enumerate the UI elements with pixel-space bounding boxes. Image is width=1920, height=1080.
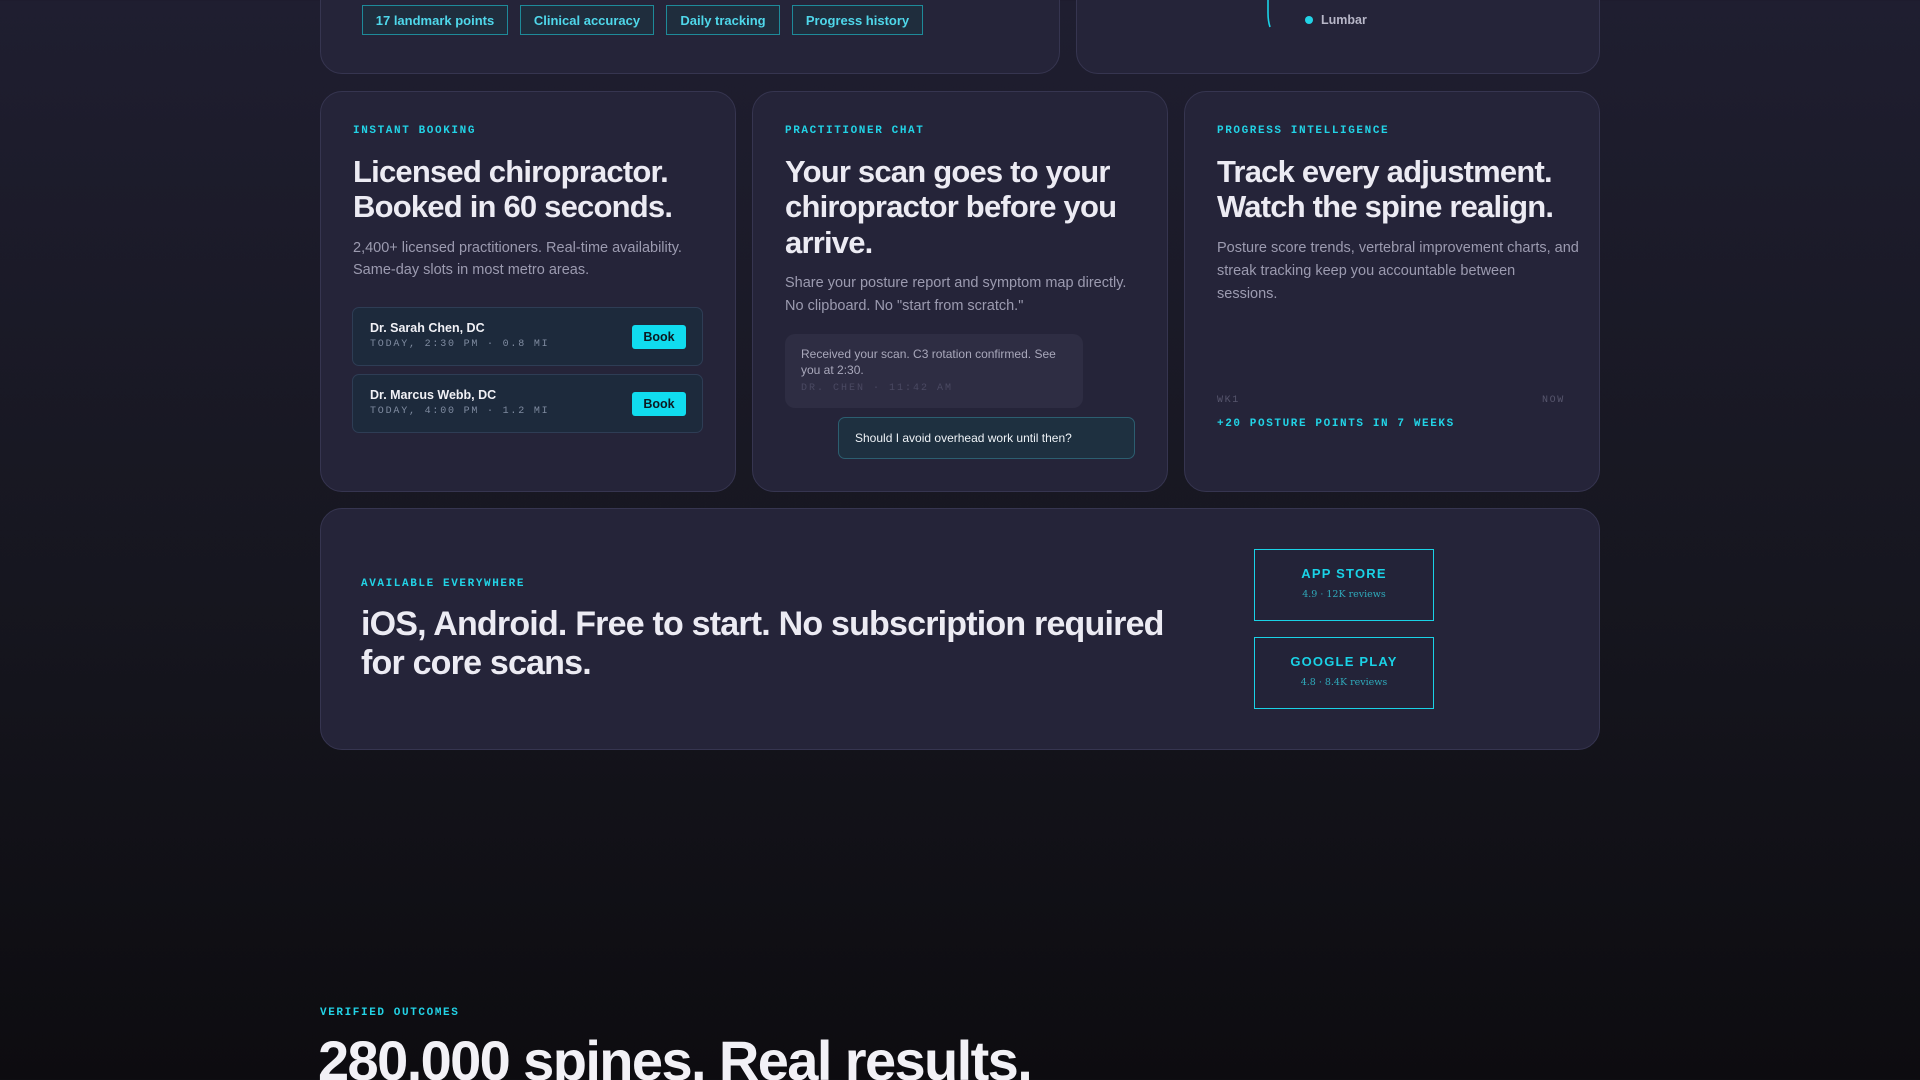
progress-body-line2: streak tracking keep you accountable bet… — [1217, 263, 1516, 279]
progress-body-line3: sessions. — [1217, 286, 1278, 302]
progress-headline-line1: Track every adjustment. — [1217, 154, 1553, 189]
outcomes-eyebrow: VERIFIED OUTCOMES — [320, 1007, 460, 1019]
progress-axis-end: NOW — [1542, 395, 1565, 406]
booking-body-line1: 2,400+ licensed practitioners. Real-time… — [353, 240, 682, 256]
booking-body-line2: Same-day slots in most metro areas. — [353, 262, 590, 278]
progress-axis-start: WK1 — [1217, 395, 1240, 406]
google-play-rating: 4.8 · 8.4K reviews — [1300, 677, 1388, 688]
practitioner-availability: TODAY, 4:00 PM · 1.2 MI — [370, 406, 550, 417]
chip-daily-tracking: Daily tracking — [666, 5, 780, 35]
chip-progress-history: Progress history — [792, 5, 923, 35]
booking-headline-line1: Licensed chiropractor. — [353, 154, 669, 189]
chat-headline-line2: chiropractor before you — [785, 189, 1117, 224]
incoming-chat-bubble: Received your scan. C3 rotation confirme… — [785, 334, 1083, 408]
booking-eyebrow: INSTANT BOOKING — [353, 125, 477, 137]
outcomes-headline: 280,000 spines. Real results. — [318, 1029, 1033, 1080]
progress-body-line1: Posture score trends, vertebral improvem… — [1217, 240, 1579, 256]
spine-card: Lumbar — [1076, 0, 1600, 74]
progress-eyebrow: PROGRESS INTELLIGENCE — [1217, 125, 1390, 137]
book-button[interactable]: Book — [632, 392, 686, 416]
practitioner-row[interactable]: Dr. Marcus Webb, DC TODAY, 4:00 PM · 1.2… — [352, 374, 703, 433]
incoming-message-stamp: DR. CHEN · 11:42 AM — [801, 383, 954, 394]
book-button[interactable]: Book — [632, 325, 686, 349]
chat-eyebrow: PRACTITIONER CHAT — [785, 125, 925, 137]
practitioner-availability: TODAY, 2:30 PM · 0.8 MI — [370, 339, 550, 350]
outgoing-chat-bubble: Should I avoid overhead work until then? — [838, 417, 1135, 459]
availability-headline-line2: for core scans. — [361, 644, 592, 682]
progress-headline-line2: Watch the spine realign. — [1217, 189, 1554, 224]
lumbar-legend-dot — [1305, 16, 1313, 24]
google-play-button[interactable]: GOOGLE PLAY 4.8 · 8.4K reviews — [1254, 637, 1434, 709]
chat-body-line1: Share your posture report and symptom ma… — [785, 275, 1127, 291]
spine-line — [1267, 0, 1271, 28]
chat-headline-line1: Your scan goes to your — [785, 154, 1110, 189]
google-play-label: GOOGLE PLAY — [1290, 654, 1398, 669]
chat-headline-line3: arrive. — [785, 225, 873, 260]
lumbar-legend-label: Lumbar — [1321, 13, 1367, 27]
practitioner-name: Dr. Sarah Chen, DC — [370, 321, 485, 335]
availability-eyebrow: AVAILABLE EVERYWHERE — [361, 578, 526, 590]
availability-headline-line1: iOS, Android. Free to start. No subscrip… — [361, 605, 1164, 643]
features-card: 17 landmark points Clinical accuracy Dai… — [320, 0, 1060, 74]
booking-headline-line2: Booked in 60 seconds. — [353, 189, 673, 224]
app-store-button[interactable]: APP STORE 4.9 · 12K reviews — [1254, 549, 1434, 621]
chip-landmark-points: 17 landmark points — [362, 5, 508, 35]
practitioner-row[interactable]: Dr. Sarah Chen, DC TODAY, 2:30 PM · 0.8 … — [352, 307, 703, 366]
progress-summary: +20 POSTURE POINTS IN 7 WEEKS — [1217, 418, 1455, 430]
practitioner-name: Dr. Marcus Webb, DC — [370, 388, 497, 402]
incoming-message-text: Received your scan. C3 rotation confirme… — [801, 347, 1056, 377]
chip-clinical-accuracy: Clinical accuracy — [520, 5, 654, 35]
chat-body-line2: No clipboard. No "start from scratch." — [785, 298, 1024, 314]
app-store-rating: 4.9 · 12K reviews — [1302, 589, 1386, 600]
app-store-label: APP STORE — [1301, 566, 1387, 581]
